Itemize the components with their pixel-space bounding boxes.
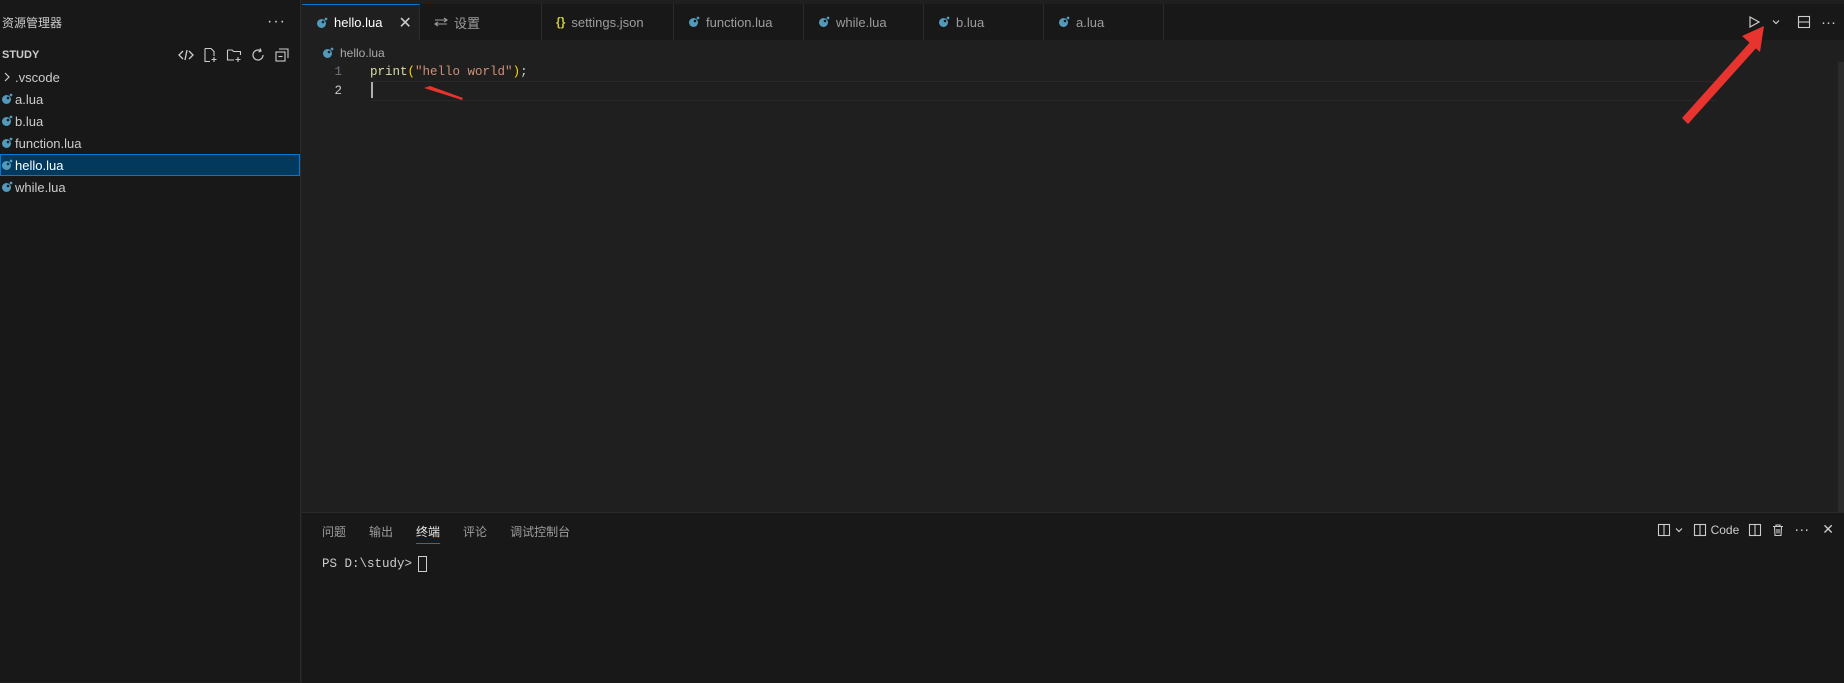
tree-item-label: hello.lua: [15, 157, 64, 173]
tab-debug-console[interactable]: 调试控制台: [510, 523, 570, 544]
workspace-name: STUDY: [2, 49, 40, 61]
tree-item-label: function.lua: [15, 135, 82, 151]
tree-item-a-lua[interactable]: a.lua: [0, 88, 300, 110]
more-actions-icon[interactable]: ···: [1821, 14, 1836, 31]
terminal[interactable]: PS D:\study>: [322, 556, 428, 572]
line-number: 1: [334, 64, 342, 79]
explorer-sidebar: 资源管理器 ··· STUDY .vscode a.lua b.lua func…: [0, 0, 301, 682]
settings-icon: [434, 16, 448, 28]
more-actions-icon[interactable]: ···: [1794, 521, 1809, 538]
tab-label: while.lua: [836, 14, 887, 30]
lua-icon: [818, 16, 830, 28]
line-number: 2: [334, 83, 342, 98]
tab-label: b.lua: [956, 14, 985, 30]
breadcrumb-file: hello.lua: [340, 46, 385, 60]
token-string: "hello world": [415, 64, 513, 79]
chevron-right-icon: [0, 70, 14, 84]
tree-item-hello-lua[interactable]: hello.lua: [0, 154, 300, 176]
lua-icon: [938, 16, 950, 28]
tab-label: 设置: [454, 15, 481, 31]
tab-label: function.lua: [706, 14, 773, 30]
tab-function-lua[interactable]: function.lua: [674, 4, 804, 40]
close-icon[interactable]: ✕: [398, 13, 411, 33]
terminal-prompt: PS D:\study>: [322, 557, 413, 571]
chevron-down-icon[interactable]: [1674, 525, 1684, 535]
bottom-panel: 问题 输出 终端 评论 调试控制台 Code ··· ✕ PS D:\study…: [302, 512, 1844, 683]
editor-scrollbar[interactable]: [1838, 62, 1844, 512]
tree-item-label: .vscode: [15, 69, 60, 85]
tree-item-function-lua[interactable]: function.lua: [0, 132, 300, 154]
workspace-section-header[interactable]: STUDY: [0, 44, 300, 66]
line-code: print("hello world");: [370, 65, 528, 79]
tab-terminal[interactable]: 终端: [416, 523, 441, 544]
tree-item-vscode-folder[interactable]: .vscode: [0, 66, 300, 88]
tree-item-while-lua[interactable]: while.lua: [0, 176, 300, 198]
lua-file-icon: [0, 158, 14, 172]
more-actions-icon[interactable]: ···: [267, 13, 286, 31]
tab-while-lua[interactable]: while.lua: [804, 4, 924, 40]
explorer-header: 资源管理器 ···: [0, 0, 300, 44]
tab-a-lua[interactable]: a.lua: [1044, 4, 1164, 40]
editor-actions: ···: [1747, 4, 1836, 40]
code-line-2: 2: [302, 81, 1844, 100]
code-line-1: 1 print("hello world");: [302, 62, 1844, 81]
close-panel-icon[interactable]: ✕: [1822, 521, 1834, 538]
code-editor[interactable]: 1 print("hello world"); 2: [302, 62, 1844, 512]
tree-item-label: a.lua: [15, 91, 44, 107]
explorer-title: 资源管理器: [2, 15, 63, 30]
lua-icon: [316, 17, 328, 29]
tab-label: a.lua: [1076, 14, 1105, 30]
file-tree: .vscode a.lua b.lua function.lua hello.l…: [0, 66, 300, 198]
tab-b-lua[interactable]: b.lua: [924, 4, 1044, 40]
editor-tab-bar: hello.lua ✕ 设置 {} settings.json function…: [302, 4, 1844, 40]
tab-settings-json[interactable]: {} settings.json: [542, 4, 674, 40]
run-icon[interactable]: [1747, 15, 1761, 29]
token-function: print: [370, 64, 408, 79]
split-terminal-icon[interactable]: [1748, 523, 1762, 537]
tab-label: hello.lua: [334, 15, 383, 30]
tab-problems[interactable]: 问题: [322, 523, 346, 544]
terminal-profile-button[interactable]: Code: [1693, 522, 1740, 537]
token-paren-open: (: [407, 64, 416, 79]
code-view-icon[interactable]: [178, 47, 194, 63]
trash-icon[interactable]: [1771, 523, 1785, 537]
json-icon: {}: [556, 15, 566, 29]
new-file-icon[interactable]: [202, 47, 218, 63]
terminal-cursor: [418, 556, 428, 572]
split-editor-icon[interactable]: [1797, 15, 1811, 29]
text-cursor: [371, 82, 373, 98]
tree-item-b-lua[interactable]: b.lua: [0, 110, 300, 132]
breadcrumb[interactable]: hello.lua: [322, 43, 385, 63]
lua-file-icon: [0, 114, 14, 128]
lua-file-icon: [0, 92, 14, 106]
refresh-icon[interactable]: [250, 47, 266, 63]
tree-item-label: while.lua: [15, 179, 66, 195]
lua-icon: [322, 47, 334, 59]
lua-icon: [1058, 16, 1070, 28]
layout-icon[interactable]: [1657, 523, 1671, 537]
lua-file-icon: [0, 180, 14, 194]
token-paren-close: ): [512, 64, 521, 79]
tab-comments[interactable]: 评论: [463, 523, 487, 544]
panel-tabs: 问题 输出 终端 评论 调试控制台: [322, 523, 570, 544]
tab-output[interactable]: 输出: [369, 523, 393, 544]
token-semicolon: ;: [520, 64, 528, 79]
new-folder-icon[interactable]: [226, 47, 242, 63]
terminal-profile-icon: [1693, 523, 1707, 537]
lua-icon: [688, 16, 700, 28]
chevron-down-icon[interactable]: [1771, 17, 1781, 27]
lua-file-icon: [0, 136, 14, 150]
tab-hello-lua[interactable]: hello.lua ✕: [302, 4, 420, 40]
panel-actions: Code ··· ✕: [1657, 521, 1834, 538]
tab-label: settings.json: [571, 14, 644, 30]
terminal-profile-label: Code: [1710, 522, 1740, 537]
collapse-all-icon[interactable]: [274, 47, 290, 63]
tree-item-label: b.lua: [15, 113, 44, 129]
tab-settings[interactable]: 设置: [420, 4, 542, 40]
